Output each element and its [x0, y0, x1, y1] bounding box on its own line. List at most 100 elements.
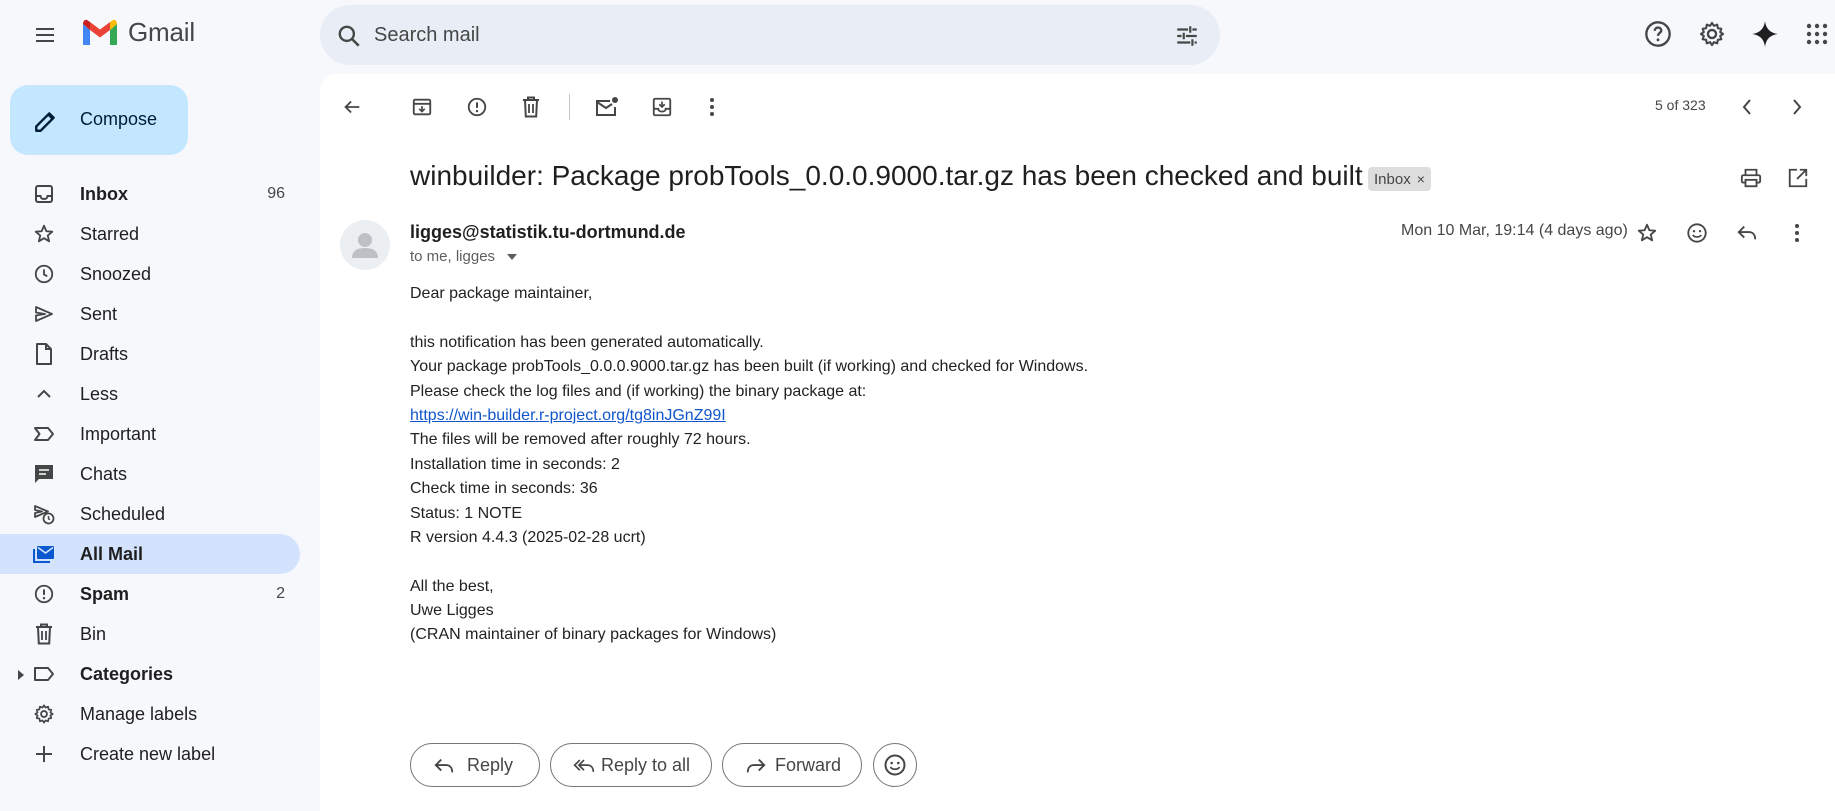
- unread-count: 96: [267, 185, 285, 202]
- move-to-button[interactable]: [644, 89, 680, 125]
- reply-icon-button[interactable]: [1729, 215, 1765, 251]
- reply-all-icon: [573, 759, 595, 772]
- show-details-icon[interactable]: [507, 253, 518, 260]
- sender-email[interactable]: ligges@statistik.tu-dortmund.de: [410, 222, 686, 243]
- forward-icon: [746, 758, 766, 773]
- compose-label: Compose: [80, 109, 158, 129]
- spam-icon: [33, 583, 55, 605]
- sidebar-item-label: All Mail: [80, 544, 144, 564]
- all-mail-icon: [33, 543, 55, 565]
- delete-button[interactable]: [513, 89, 549, 125]
- gmail-m-icon: [83, 19, 117, 45]
- plus-icon: [33, 743, 55, 765]
- print-button[interactable]: [1733, 160, 1769, 196]
- signature-role: (CRAN maintainer of binary packages for …: [410, 626, 777, 644]
- sidebar-item-scheduled[interactable]: Scheduled: [0, 494, 300, 534]
- label-icon: [33, 663, 55, 685]
- arrow-back-icon: [344, 100, 360, 114]
- emoji-reaction-button[interactable]: [873, 743, 917, 787]
- star-button[interactable]: [1629, 215, 1665, 251]
- sidebar-item-create-label[interactable]: Create new label: [0, 734, 300, 774]
- recipients-text: to me, ligges: [410, 248, 496, 265]
- message-subject: winbuilder: Package probTools_0.0.0.9000…: [410, 160, 1363, 191]
- sidebar-item-label: Chats: [80, 464, 128, 484]
- sidebar-item-label: Inbox: [80, 184, 128, 204]
- remove-label-icon[interactable]: ×: [1417, 171, 1425, 187]
- compose-button[interactable]: Compose: [10, 85, 188, 155]
- message-more-button[interactable]: [1779, 215, 1815, 251]
- older-button[interactable]: [1779, 89, 1815, 125]
- person-icon: [352, 233, 378, 258]
- search-icon[interactable]: [336, 23, 362, 49]
- sidebar-item-categories[interactable]: Categories: [0, 654, 300, 694]
- star-icon: [1637, 223, 1657, 242]
- sidebar-item-sent[interactable]: Sent: [0, 294, 300, 334]
- inbox-icon: [33, 183, 55, 205]
- expand-caret-icon[interactable]: [18, 670, 24, 680]
- sidebar-item-label: Manage labels: [80, 704, 198, 724]
- sidebar-item-label: Bin: [80, 624, 107, 644]
- more-options-button[interactable]: [694, 89, 730, 125]
- apps-button[interactable]: [1799, 16, 1835, 52]
- sidebar-item-manage-labels[interactable]: Manage labels: [0, 694, 300, 734]
- sidebar-item-bin[interactable]: Bin: [0, 614, 300, 654]
- label-badge[interactable]: Inbox ×: [1368, 167, 1431, 191]
- search-bar[interactable]: [320, 5, 1220, 65]
- sidebar-item-important[interactable]: Important: [0, 414, 300, 454]
- reply-all-button[interactable]: Reply to all: [550, 743, 712, 787]
- body-line: this notification has been generated aut…: [410, 333, 764, 351]
- sidebar-item-less[interactable]: Less: [0, 374, 300, 414]
- archive-button[interactable]: [404, 89, 440, 125]
- mark-unread-button[interactable]: [589, 89, 625, 125]
- more-vert-icon: [710, 98, 714, 116]
- reply-all-label: Reply to all: [601, 755, 691, 775]
- archive-icon: [412, 98, 432, 116]
- open-new-window-button[interactable]: [1780, 160, 1816, 196]
- message-view: 5 of 323 winbuilder: Package probTools_0…: [320, 74, 1835, 811]
- sidebar-item-all-mail[interactable]: All Mail: [0, 534, 300, 574]
- reply-icon: [434, 758, 454, 773]
- gear-icon: [1699, 21, 1725, 47]
- forward-button[interactable]: Forward: [722, 743, 862, 787]
- body-greeting: Dear package maintainer,: [410, 285, 593, 302]
- report-spam-icon: [467, 97, 487, 117]
- sidebar-item-label: Less: [80, 384, 119, 404]
- main-menu-button[interactable]: [25, 17, 65, 53]
- body-line: R version 4.4.3 (2025-02-28 ucrt): [410, 528, 646, 546]
- sidebar-item-spam[interactable]: Spam 2: [0, 574, 300, 614]
- sender-avatar[interactable]: [340, 220, 390, 270]
- report-spam-button[interactable]: [459, 89, 495, 125]
- results-link[interactable]: https://win-builder.r-project.org/tg8inJ…: [410, 407, 726, 424]
- apps-grid-icon: [1806, 23, 1828, 45]
- search-options-icon[interactable]: [1174, 23, 1200, 49]
- sidebar-item-label: Starred: [80, 224, 140, 244]
- settings-button[interactable]: [1694, 16, 1730, 52]
- important-icon: [33, 423, 55, 445]
- body-closing: All the best,: [410, 577, 494, 595]
- trash-icon: [33, 623, 55, 645]
- reply-button[interactable]: Reply: [410, 743, 540, 787]
- emoji-icon: [1687, 223, 1707, 243]
- gemini-button[interactable]: [1747, 16, 1783, 52]
- toolbar-divider: [569, 94, 570, 120]
- gmail-logo[interactable]: Gmail: [80, 17, 195, 48]
- help-icon: [1645, 21, 1671, 47]
- sidebar-item-drafts[interactable]: Drafts: [0, 334, 300, 374]
- sidebar-item-chats[interactable]: Chats: [0, 454, 300, 494]
- pagination-label: 5 of 323: [1655, 97, 1706, 113]
- sidebar-nav: Inbox 96 Starred Snoozed Sent Drafts Les…: [0, 174, 300, 774]
- back-button[interactable]: [334, 89, 370, 125]
- trash-icon: [523, 96, 539, 118]
- add-reaction-button[interactable]: [1679, 215, 1715, 251]
- sidebar-item-inbox[interactable]: Inbox 96: [0, 174, 300, 214]
- sidebar-item-starred[interactable]: Starred: [0, 214, 300, 254]
- sidebar-item-label: Scheduled: [80, 504, 166, 524]
- body-line: Installation time in seconds: 2: [410, 455, 620, 473]
- reply-icon: [1737, 225, 1757, 240]
- support-button[interactable]: [1640, 16, 1676, 52]
- search-input[interactable]: [374, 5, 1134, 65]
- message-date: Mon 10 Mar, 19:14 (4 days ago): [1401, 222, 1628, 239]
- sidebar-item-snoozed[interactable]: Snoozed: [0, 254, 300, 294]
- newer-button[interactable]: [1729, 89, 1765, 125]
- open-in-new-icon: [1788, 168, 1808, 188]
